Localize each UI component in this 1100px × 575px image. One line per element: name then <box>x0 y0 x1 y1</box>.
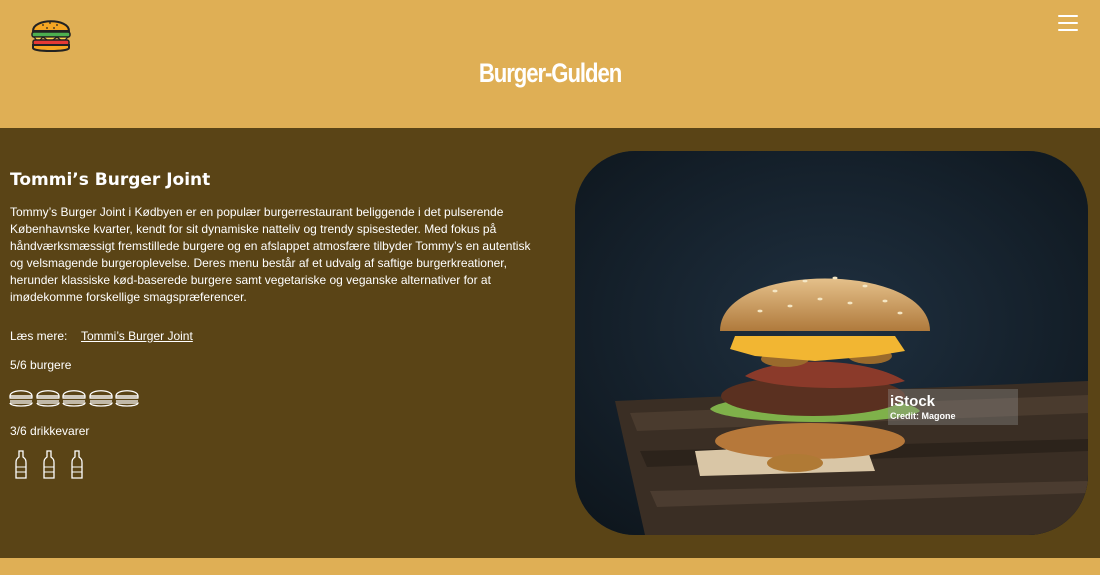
burger-photo: iStock Credit: Magone <box>575 151 1088 535</box>
bottle-icon <box>43 450 55 479</box>
burger-rating-icon <box>115 390 139 407</box>
drink-rating-label: 3/6 drikkevarer <box>10 424 90 438</box>
watermark-credit: Credit: Magone <box>890 411 956 421</box>
restaurant-name: Tommi’s Burger Joint <box>10 170 211 190</box>
burger-rating-icons <box>8 387 141 409</box>
burger-rating-label: 5/6 burgere <box>10 358 72 372</box>
watermark-brand: iStock <box>890 393 936 410</box>
burger-rating-icon <box>9 390 33 407</box>
restaurant-section: Tommi’s Burger Joint Tommy’s Burger Join… <box>0 128 1100 558</box>
hamburger-menu-icon[interactable] <box>1058 15 1078 33</box>
read-more-label: Læs mere: <box>10 329 68 343</box>
burger-logo-icon[interactable] <box>30 14 72 54</box>
site-header: Burger-Gulden <box>0 0 1100 128</box>
restaurant-description: Tommy’s Burger Joint i Kødbyen er en pop… <box>10 205 531 304</box>
footer-strip <box>0 558 1100 575</box>
burger-photo-illustration <box>575 151 1088 535</box>
drink-rating-icons <box>13 450 97 480</box>
burger-rating-icon <box>35 390 60 407</box>
bottle-icon <box>15 450 27 479</box>
site-title: Burger-Gulden <box>478 58 622 88</box>
burger-rating-icon <box>62 390 86 407</box>
read-more-link[interactable]: Tommi’s Burger Joint <box>81 329 193 343</box>
bottle-icon <box>71 450 83 479</box>
burger-rating-icon <box>89 390 113 407</box>
